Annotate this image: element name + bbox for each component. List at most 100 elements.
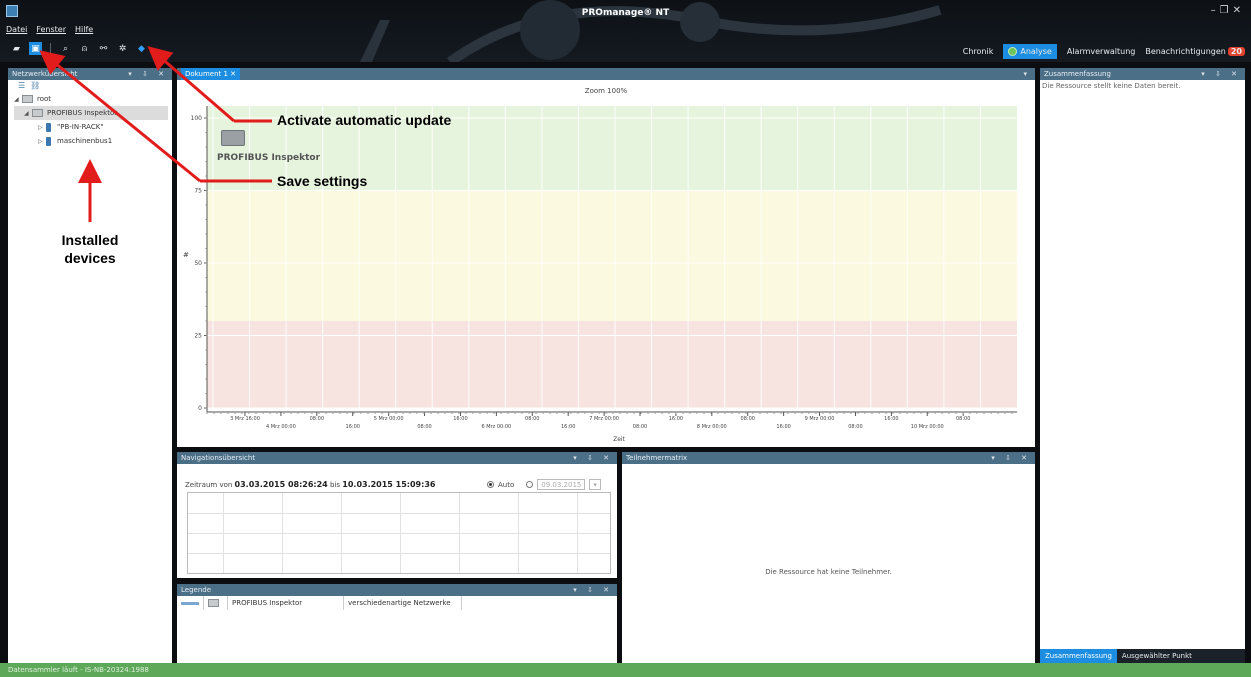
network-panel-title: Netzwerkübersicht (12, 70, 78, 78)
nav-analyse[interactable]: Analyse (1003, 44, 1057, 59)
x-tick-label: 08:00 (633, 424, 647, 430)
title-bar: PROmanage® NT –❐✕ Datei Fenster Hilfe ▰ … (0, 0, 1251, 62)
nav-chronik[interactable]: Chronik (963, 47, 994, 56)
network-panel-header: Netzwerkübersicht ▾ ⇩ ✕ (8, 68, 172, 80)
annotation-update: Activate automatic update (277, 112, 452, 128)
window-controls[interactable]: –❐✕ (1211, 5, 1245, 16)
x-tick-label: 3 Mrz 16:00 (230, 416, 260, 422)
chart[interactable]: 0 25 50 75 100 #3 Mrz 16:00 08:00 5 Mrz 00:00 16… (177, 80, 1035, 447)
close-icon[interactable]: ✕ (1233, 5, 1245, 16)
zoom-icon[interactable]: ⌕ (59, 42, 72, 55)
tree-item-root[interactable]: ◢ root (14, 92, 168, 106)
date-field[interactable]: 09.03.2015 (537, 479, 586, 490)
y-axis-label: # (183, 251, 189, 259)
menu-fenster[interactable]: Fenster (36, 25, 66, 34)
y-tick-label: 75 (194, 188, 202, 195)
y-tick-label: 100 (191, 115, 203, 122)
network-panel: Netzwerkübersicht ▾ ⇩ ✕ ☰ ⛓ ◢ root ◢ PRO… (8, 68, 172, 663)
nav-notifications[interactable]: Benachrichtigungen 20 (1145, 47, 1245, 56)
time-range: Zeitraum von 03.03.2015 08:26:24 bis 10.… (185, 480, 435, 489)
x-tick-label: 08:00 (417, 424, 431, 430)
x-axis-label: Zeit (613, 436, 625, 443)
x-tick-label: 6 Mrz 00:00 (481, 424, 511, 430)
annotation-save: Save settings (277, 173, 368, 189)
collapse-arrow-icon[interactable]: ▷ (38, 138, 46, 145)
minimize-icon[interactable]: – (1211, 5, 1220, 16)
legend-row[interactable]: PROFIBUS Inspektor verschiedenartige Net… (177, 596, 462, 610)
top-navigation: Chronik Analyse Alarmverwaltung Benachri… (963, 44, 1245, 59)
tree-item-label: PROFIBUS Inspektor (47, 109, 118, 117)
auto-controls: Auto 09.03.2015 ▾ (487, 479, 601, 490)
menu-datei[interactable]: Datei (6, 25, 27, 34)
open-folder-icon[interactable]: ▰ (10, 42, 23, 55)
x-tick-label: 10 Mrz 00:00 (911, 424, 944, 430)
panel-controls[interactable]: ▾ ⇩ ✕ (1201, 68, 1241, 80)
tab-ausgewaehlter-punkt[interactable]: Ausgewählter Punkt (1117, 649, 1197, 663)
tree-item-profibus-inspektor[interactable]: ◢ PROFIBUS Inspektor (14, 106, 168, 120)
x-tick-label: 4 Mrz 00:00 (266, 424, 296, 430)
chart-band (207, 190, 1017, 321)
folder-icon (32, 109, 43, 117)
navigation-panel-title: Navigationsübersicht (181, 454, 256, 462)
legend-line-cell (177, 596, 204, 610)
range-prefix: Zeitraum von (185, 481, 233, 489)
tab-zusammenfassung[interactable]: Zusammenfassung (1040, 649, 1117, 663)
x-tick-label: 08:00 (525, 416, 539, 422)
save-icon[interactable]: ▣ (29, 42, 42, 55)
auto-radio[interactable] (487, 481, 494, 488)
legend-name: PROFIBUS Inspektor (228, 596, 344, 610)
x-tick-label: 9 Mrz 00:00 (805, 416, 835, 422)
settings-icon[interactable]: ✲ (116, 42, 129, 55)
y-tick-label: 25 (194, 333, 202, 340)
expand-arrow-icon[interactable]: ◢ (24, 110, 32, 117)
folder-icon (208, 599, 219, 607)
x-tick-label: 16:00 (776, 424, 790, 430)
tree-item-label: root (37, 95, 52, 103)
tree-item-pb-in-rack[interactable]: ▷ "PB-IN-RACK" (14, 120, 168, 134)
restore-icon[interactable]: ❐ (1220, 5, 1233, 16)
nav-notifications-label: Benachrichtigungen (1145, 47, 1226, 56)
chart-resource-label: PROFIBUS Inspektor (217, 153, 321, 163)
summary-panel-header: Zusammenfassung ▾ ⇩ ✕ (1040, 68, 1245, 80)
menu-hilfe[interactable]: Hilfe (75, 25, 93, 34)
panel-controls[interactable]: ▾ ⇩ ✕ (573, 452, 613, 464)
x-tick-label: 16:00 (561, 424, 575, 430)
pin-icon[interactable]: ⍝ (78, 42, 91, 55)
refresh-icon[interactable]: ◆ (135, 42, 148, 55)
link-icon[interactable]: ⛓ (30, 81, 40, 90)
document-menu-icon[interactable]: ▾ (1023, 68, 1031, 80)
annotation-devices-2: devices (64, 250, 116, 266)
device-icon (46, 136, 51, 146)
y-tick-label: 0 (198, 405, 202, 412)
date-radio[interactable] (526, 481, 534, 488)
x-tick-label: 08:00 (741, 416, 755, 422)
nav-alarm[interactable]: Alarmverwaltung (1067, 47, 1136, 56)
panel-controls[interactable]: ▾ ⇩ ✕ (128, 68, 168, 80)
grid-line (188, 513, 610, 514)
list-view-icon[interactable]: ☰ (18, 81, 25, 90)
device-tree: ◢ root ◢ PROFIBUS Inspektor ▷ "PB-IN-RAC… (14, 92, 168, 148)
navigation-panel: Navigationsübersicht ▾ ⇩ ✕ Zeitraum von … (177, 452, 617, 578)
collapse-arrow-icon[interactable]: ▷ (38, 124, 46, 131)
tree-item-label: "PB-IN-RACK" (57, 123, 104, 131)
grid-line (188, 533, 610, 534)
navigation-grid[interactable] (187, 492, 611, 574)
participants-panel-header: Teilnehmermatrix ▾ ⇩ ✕ (622, 452, 1035, 464)
panel-controls[interactable]: ▾ ⇩ ✕ (991, 452, 1031, 464)
network-icon[interactable]: ⚯ (97, 42, 110, 55)
tree-item-label: maschinenbus1 (57, 137, 113, 145)
summary-panel: Zusammenfassung ▾ ⇩ ✕ Die Ressource stel… (1040, 68, 1245, 663)
toolbar: ▰ ▣ ⌕ ⍝ ⚯ ✲ ◆ (10, 42, 148, 55)
tab-label: Dokument 1 (185, 70, 228, 78)
auto-label: Auto (498, 480, 515, 489)
x-tick-label: 8 Mrz 00:00 (697, 424, 727, 430)
chart-band (207, 321, 1017, 408)
date-picker-button[interactable]: ▾ (589, 479, 601, 490)
document-panel-header: Dokument 1 ✕ ▾ (177, 68, 1035, 80)
panel-controls[interactable]: ▾ ⇩ ✕ (573, 584, 613, 596)
legend-panel: Legende ▾ ⇩ ✕ PROFIBUS Inspektor verschi… (177, 584, 617, 663)
expand-arrow-icon[interactable]: ◢ (14, 96, 22, 103)
tree-item-maschinenbus1[interactable]: ▷ maschinenbus1 (14, 134, 168, 148)
status-dot-icon (1008, 47, 1018, 56)
tab-dokument-1[interactable]: Dokument 1 ✕ (181, 68, 241, 80)
